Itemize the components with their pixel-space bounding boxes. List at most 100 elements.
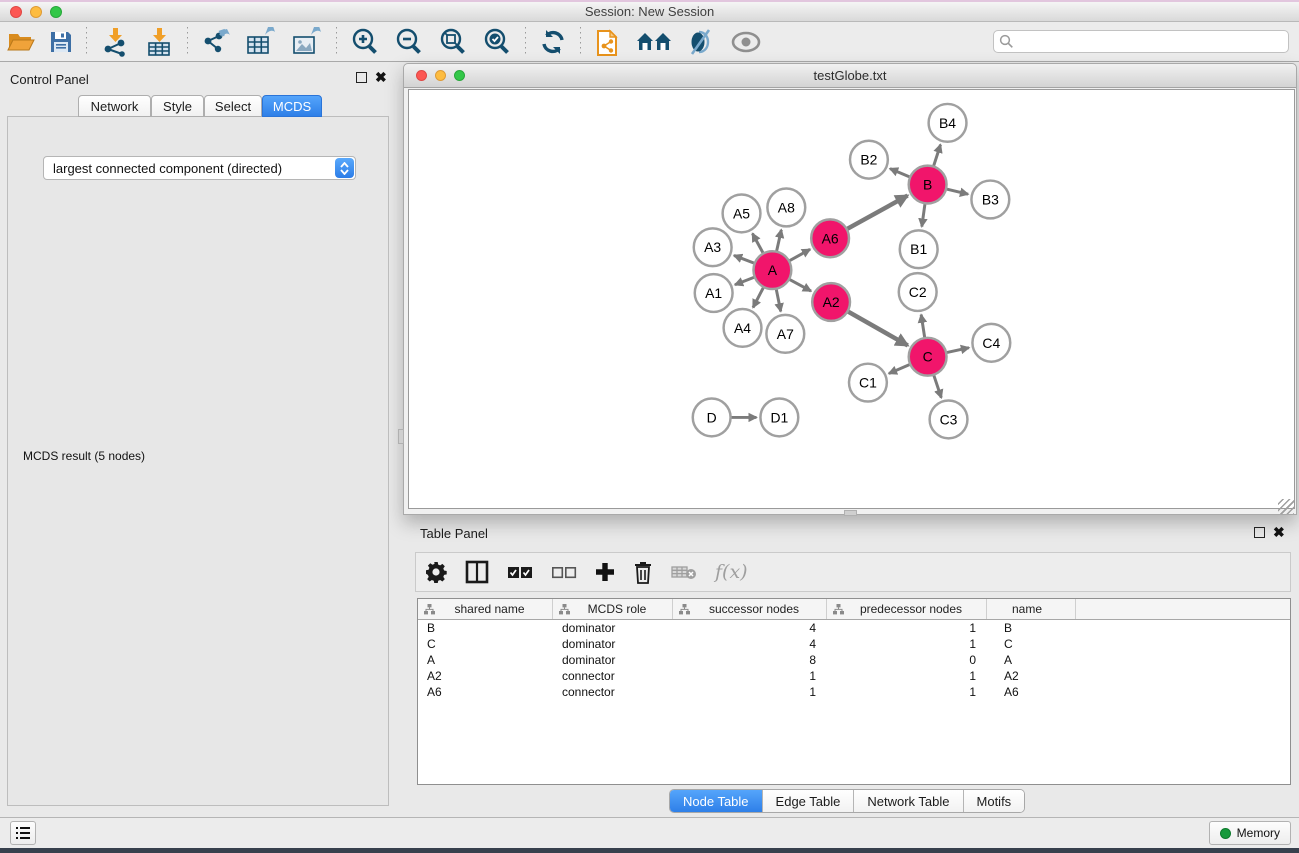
graph-node-B1[interactable]: B1 <box>900 230 938 268</box>
table-cell[interactable]: A6 <box>987 685 1076 699</box>
tab-edge-table[interactable]: Edge Table <box>763 790 855 812</box>
table-cell[interactable]: A2 <box>418 669 553 683</box>
network-graph[interactable]: B4B2BB3A8A5A6A3B1AC2A1A2A4A7C4CC1DD1C3 <box>408 89 1295 509</box>
graph-node-A5[interactable]: A5 <box>723 195 761 233</box>
table-row[interactable]: Cdominator41C <box>418 636 1290 652</box>
delete-column-icon[interactable] <box>624 555 662 589</box>
table-row[interactable]: Bdominator41B <box>418 620 1290 636</box>
network-document-icon[interactable] <box>587 25 629 59</box>
table-cell[interactable]: 1 <box>827 637 987 651</box>
column-header-name[interactable]: name <box>987 599 1076 619</box>
function-builder-icon[interactable]: f(x) <box>706 555 757 589</box>
window-resize-handle[interactable] <box>1278 499 1294 514</box>
node-table-body[interactable]: Bdominator41BCdominator41CAdominator80AA… <box>418 620 1290 700</box>
table-cell[interactable]: A <box>987 653 1076 667</box>
save-session-icon[interactable] <box>42 25 80 59</box>
table-cell[interactable]: 1 <box>827 685 987 699</box>
graph-node-C1[interactable]: C1 <box>849 364 887 402</box>
network-window-titlebar[interactable]: testGlobe.txt <box>404 64 1296 88</box>
table-cell[interactable]: 1 <box>673 685 827 699</box>
export-network-icon[interactable] <box>194 25 238 59</box>
criterion-dropdown[interactable]: largest connected component (directed) <box>43 156 356 180</box>
table-row[interactable]: Adominator80A <box>418 652 1290 668</box>
table-cell[interactable]: C <box>418 637 553 651</box>
table-cell[interactable]: B <box>987 621 1076 635</box>
zoom-selected-icon[interactable] <box>475 25 519 59</box>
table-cell[interactable]: dominator <box>553 637 673 651</box>
table-row[interactable]: A2connector11A2 <box>418 668 1290 684</box>
table-cell[interactable]: dominator <box>553 653 673 667</box>
graph-node-A6[interactable]: A6 <box>811 219 849 257</box>
export-table-icon[interactable] <box>238 25 284 59</box>
close-panel-icon[interactable]: ✖ <box>1273 527 1285 538</box>
graph-node-A1[interactable]: A1 <box>695 274 733 312</box>
graph-node-C4[interactable]: C4 <box>972 324 1010 362</box>
column-header-successor-nodes[interactable]: successor nodes <box>673 599 827 619</box>
table-cell[interactable]: connector <box>553 685 673 699</box>
graph-node-B3[interactable]: B3 <box>971 181 1009 219</box>
graph-node-D[interactable]: D <box>693 399 731 437</box>
column-header-mcds-role[interactable]: MCDS role <box>553 599 673 619</box>
table-cell[interactable]: A <box>418 653 553 667</box>
graph-node-B[interactable]: B <box>909 166 947 204</box>
import-network-icon[interactable] <box>93 25 137 59</box>
tab-node-table[interactable]: Node Table <box>670 790 763 812</box>
table-cell[interactable]: 4 <box>673 621 827 635</box>
table-cell[interactable]: B <box>418 621 553 635</box>
graph-node-A4[interactable]: A4 <box>724 309 762 347</box>
tab-select[interactable]: Select <box>204 95 262 117</box>
table-cell[interactable]: C <box>987 637 1076 651</box>
table-cell[interactable]: 1 <box>827 621 987 635</box>
float-panel-icon[interactable] <box>356 72 367 83</box>
task-history-button[interactable] <box>10 821 36 845</box>
graph-node-C[interactable]: C <box>909 338 947 376</box>
table-cell[interactable]: dominator <box>553 621 673 635</box>
tab-network-table[interactable]: Network Table <box>854 790 963 812</box>
graph-node-A2[interactable]: A2 <box>812 283 850 321</box>
close-panel-icon[interactable]: ✖ <box>375 72 387 83</box>
float-panel-icon[interactable] <box>1254 527 1265 538</box>
table-cell[interactable]: 4 <box>673 637 827 651</box>
search-input[interactable] <box>1014 33 1288 51</box>
column-header-predecessor-nodes[interactable]: predecessor nodes <box>827 599 987 619</box>
graph-node-A3[interactable]: A3 <box>694 228 732 266</box>
delete-table-icon[interactable] <box>662 555 706 589</box>
node-table[interactable]: shared name MCDS role successor nodes pr… <box>417 598 1291 785</box>
select-all-icon[interactable] <box>498 555 542 589</box>
column-header-shared-name[interactable]: shared name <box>418 599 553 619</box>
search-field[interactable] <box>993 30 1289 53</box>
table-cell[interactable]: 8 <box>673 653 827 667</box>
graph-node-A[interactable]: A <box>753 251 791 289</box>
import-table-icon[interactable] <box>137 25 181 59</box>
zoom-in-icon[interactable] <box>343 25 387 59</box>
table-cell[interactable]: connector <box>553 669 673 683</box>
refresh-icon[interactable] <box>532 25 574 59</box>
tab-motifs[interactable]: Motifs <box>964 790 1025 812</box>
graph-node-B4[interactable]: B4 <box>929 104 967 142</box>
graph-node-B2[interactable]: B2 <box>850 141 888 179</box>
graph-node-C2[interactable]: C2 <box>899 273 937 311</box>
left-splitter-handle[interactable] <box>398 429 404 444</box>
tab-style[interactable]: Style <box>151 95 204 117</box>
graph-node-A8[interactable]: A8 <box>767 189 805 227</box>
add-column-icon[interactable] <box>586 555 624 589</box>
unselect-all-icon[interactable] <box>542 555 586 589</box>
show-graphics-icon[interactable] <box>723 25 769 59</box>
table-cell[interactable]: 0 <box>827 653 987 667</box>
zoom-fit-icon[interactable] <box>431 25 475 59</box>
zoom-out-icon[interactable] <box>387 25 431 59</box>
graph-node-D1[interactable]: D1 <box>760 399 798 437</box>
hide-graphics-icon[interactable] <box>679 25 723 59</box>
table-cell[interactable]: 1 <box>673 669 827 683</box>
houses-icon[interactable] <box>629 25 679 59</box>
table-cell[interactable]: A6 <box>418 685 553 699</box>
column-browser-icon[interactable] <box>456 555 498 589</box>
memory-button[interactable]: Memory <box>1209 821 1291 845</box>
open-session-icon[interactable] <box>0 25 42 59</box>
table-cell[interactable]: A2 <box>987 669 1076 683</box>
graph-node-C3[interactable]: C3 <box>930 401 968 439</box>
table-row[interactable]: A6connector11A6 <box>418 684 1290 700</box>
table-cell[interactable]: 1 <box>827 669 987 683</box>
gear-icon[interactable] <box>416 555 456 589</box>
tab-mcds[interactable]: MCDS <box>262 95 322 117</box>
